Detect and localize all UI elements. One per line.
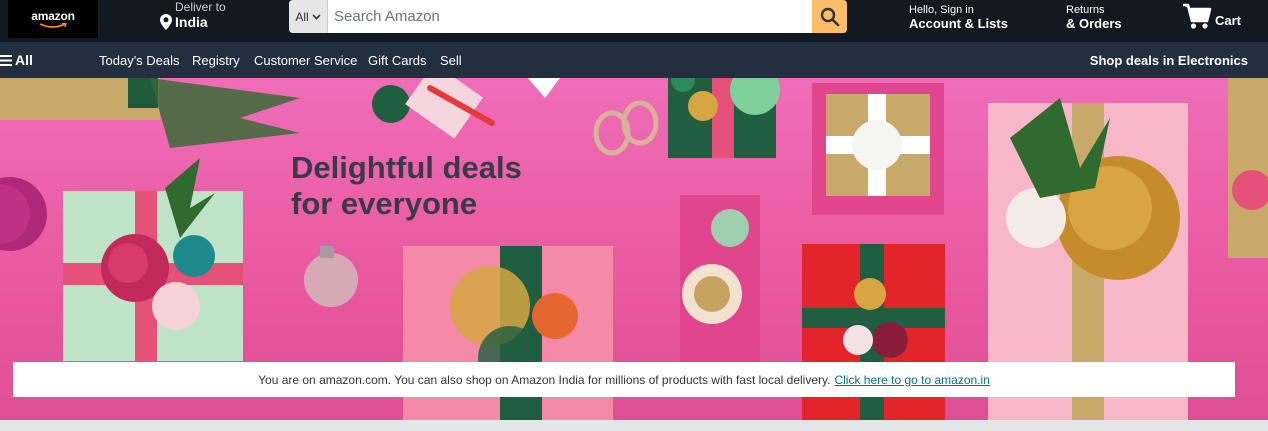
cart-button[interactable]: Cart	[1182, 2, 1252, 32]
search-button[interactable]	[812, 0, 847, 33]
search-category-select[interactable]: All	[289, 0, 328, 33]
nav-link-sell[interactable]: Sell	[440, 53, 462, 68]
search-category-label: All	[295, 9, 309, 24]
nav-link-registry[interactable]: Registry	[192, 53, 240, 68]
hamburger-icon	[0, 54, 12, 66]
nav-link-todays-deals[interactable]: Today's Deals	[99, 53, 180, 68]
account-lists[interactable]: Hello, Sign in Account & Lists	[909, 4, 1008, 31]
hero-headline: Delightful deals for everyone	[291, 150, 611, 222]
all-menu-label: All	[15, 52, 33, 68]
returns-orders[interactable]: Returns & Orders	[1066, 4, 1122, 31]
search-input[interactable]	[328, 0, 812, 33]
hero-headline-line2: for everyone	[291, 186, 478, 221]
search-bar: All	[289, 0, 847, 33]
returns-label: Returns	[1066, 4, 1105, 16]
nav-top: amazon Deliver to India All Hello, Sign	[0, 0, 1268, 42]
search-icon	[820, 7, 839, 26]
notice-text: You are on amazon.com. You can also shop…	[258, 372, 831, 387]
deliver-to[interactable]: Deliver to India	[160, 0, 270, 38]
location-notice-banner: You are on amazon.com. You can also shop…	[13, 362, 1235, 397]
account-label: Account & Lists	[909, 16, 1008, 31]
deliver-label: Deliver to	[175, 0, 226, 14]
nav-promo-electronics[interactable]: Shop deals in Electronics	[1090, 53, 1248, 68]
all-menu-button[interactable]: All	[0, 42, 33, 78]
go-to-amazon-in-link[interactable]: Click here to go to amazon.in	[834, 373, 989, 387]
nav-link-customer-service[interactable]: Customer Service	[254, 53, 357, 68]
amazon-logo[interactable]: amazon	[8, 0, 98, 38]
hero-headline-line1: Delightful deals	[291, 150, 522, 185]
chevron-down-icon	[312, 13, 321, 20]
cart-icon	[1183, 3, 1212, 29]
page-background-strip	[0, 420, 1268, 431]
deliver-location: India	[175, 14, 208, 30]
nav-link-gift-cards[interactable]: Gift Cards	[368, 53, 427, 68]
location-pin-icon	[160, 14, 172, 30]
hero-banner[interactable]: Delightful deals for everyone You are on…	[0, 78, 1268, 420]
cart-label: Cart	[1215, 13, 1242, 28]
logo-text: amazon	[31, 8, 75, 23]
nav-sub: All Today's Deals Registry Customer Serv…	[0, 42, 1268, 78]
account-greeting: Hello, Sign in	[909, 4, 974, 16]
orders-label: & Orders	[1066, 16, 1122, 31]
smile-arrow-icon	[39, 22, 67, 28]
